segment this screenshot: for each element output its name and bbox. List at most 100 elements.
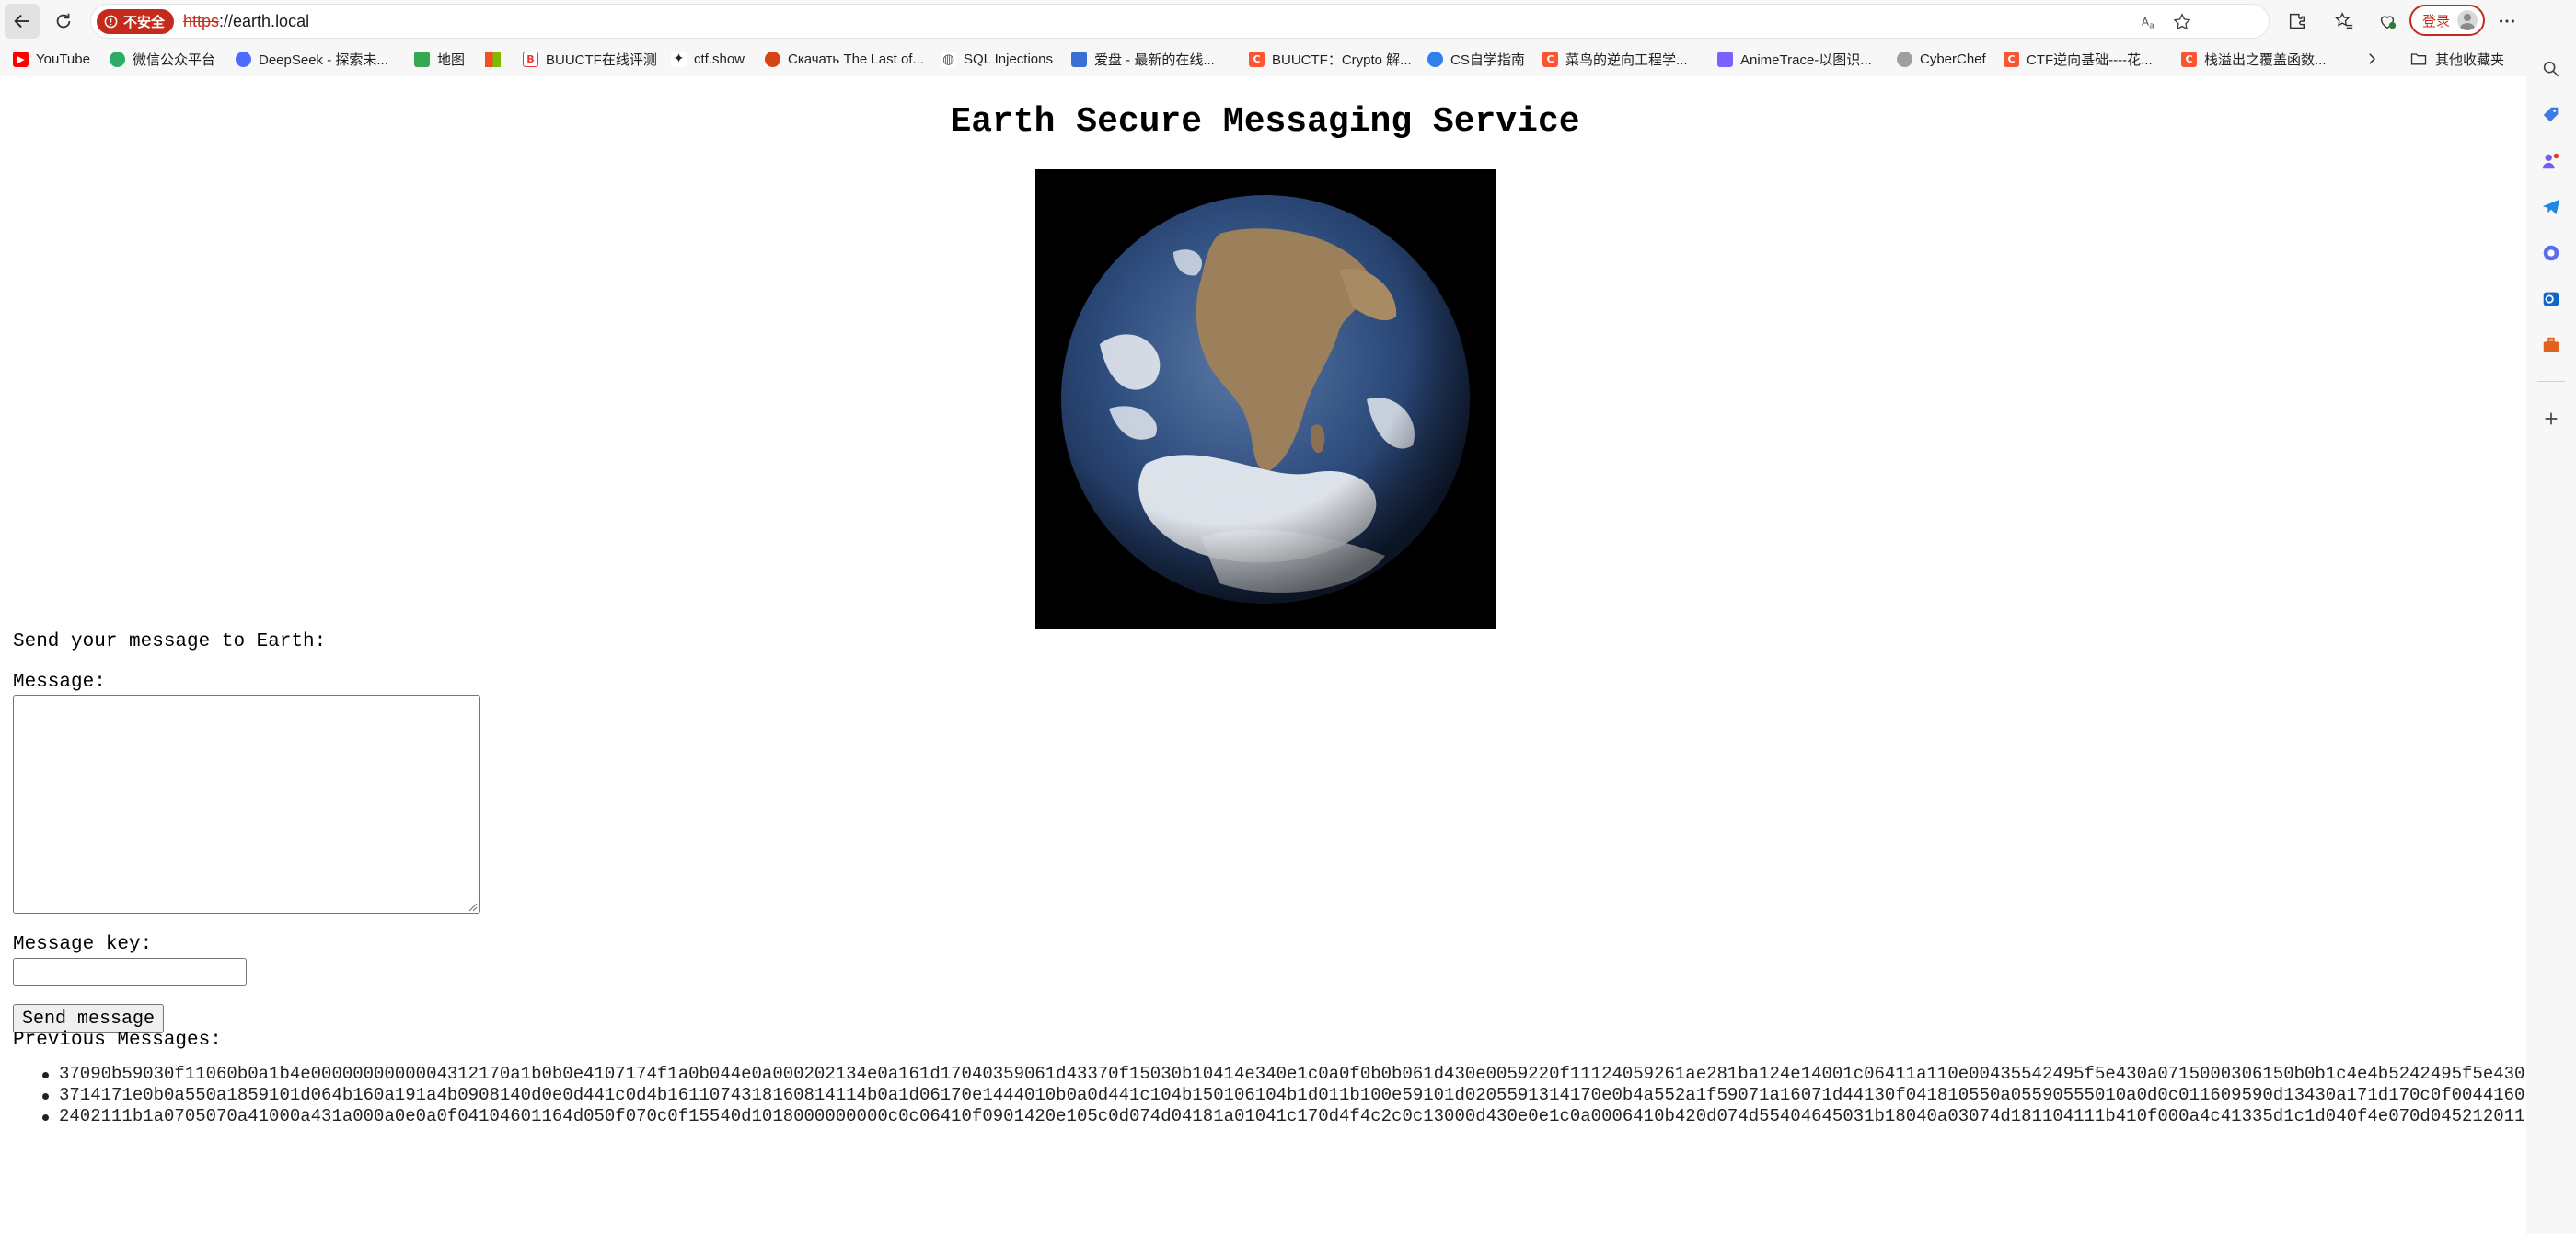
form-intro-text: Send your message to Earth:	[13, 631, 327, 652]
message-textarea[interactable]	[13, 695, 480, 914]
url-text[interactable]: https://earth.local	[183, 5, 309, 38]
wechat-icon	[110, 51, 125, 67]
tools-person-icon[interactable]	[2540, 150, 2562, 172]
warning-shield-icon	[104, 15, 118, 29]
list-item: 2402111b1a0705070a41000a431a000a0e0a0f04…	[6, 1106, 2524, 1127]
globe-icon: ◍	[941, 51, 956, 67]
message-key-label: Message key:	[13, 934, 153, 955]
browser-sidebar	[2526, 0, 2576, 1234]
bookmark-label: DeepSeek - 探索未...	[259, 52, 388, 68]
csdn-icon: C	[2004, 51, 2019, 67]
more-options-icon[interactable]	[2494, 8, 2520, 34]
folder-icon	[2410, 53, 2427, 65]
favorite-star-icon[interactable]	[2171, 11, 2193, 33]
back-button[interactable]	[5, 4, 40, 39]
textarea-resize-grip-icon[interactable]	[467, 901, 478, 912]
bookmark-cs-guide[interactable]: CS自学指南	[1427, 49, 1525, 69]
other-favorites-label: 其他收藏夹	[2435, 52, 2505, 68]
cs-guide-icon	[1427, 51, 1443, 67]
animetrace-icon	[1717, 51, 1733, 67]
extensions-icon[interactable]	[2284, 8, 2310, 34]
favorites-icon[interactable]	[2331, 8, 2357, 34]
browser-essentials-icon[interactable]	[2374, 8, 2400, 34]
reload-icon	[56, 13, 71, 29]
back-arrow-icon	[14, 14, 29, 29]
bookmark-aipan[interactable]: 爱盘 - 最新的在线...	[1071, 49, 1215, 69]
bookmark-label: CTF逆向基础----花...	[2027, 52, 2153, 68]
bookmark-label: 栈溢出之覆盖函数...	[2204, 52, 2327, 68]
bookmark-microsoft[interactable]	[485, 49, 501, 69]
shopping-tag-icon[interactable]	[2540, 104, 2562, 126]
toolbox-icon[interactable]	[2540, 334, 2562, 356]
svg-text:a: a	[2149, 20, 2154, 30]
buuctf-icon: B	[523, 51, 538, 67]
bookmark-youtube[interactable]: ▶ YouTube	[13, 49, 90, 69]
youtube-icon: ▶	[13, 51, 29, 67]
previous-messages-list: 37090b59030f11060b0a1b4e0000000000004312…	[6, 1064, 2524, 1127]
not-secure-badge[interactable]: 不安全	[97, 9, 175, 34]
bookmark-csdn-ctf[interactable]: C CTF逆向基础----花...	[2004, 49, 2153, 69]
page-title: Earth Secure Messaging Service	[950, 102, 1580, 142]
bookmark-label: AnimeTrace-以图识...	[1740, 52, 1872, 68]
bookmark-buuctf[interactable]: B BUUCTF在线评测	[523, 49, 657, 69]
reload-button[interactable]	[46, 4, 81, 39]
download-site-icon	[765, 51, 780, 67]
bookmark-label: BUUCTF在线评测	[546, 52, 657, 68]
browser-toolbar: 不安全 https://earth.local Aa 登录	[0, 0, 2576, 41]
bookmark-label: 地图	[437, 52, 466, 68]
outlook-icon[interactable]	[2540, 288, 2562, 310]
bookmark-csdn-overflow[interactable]: C 栈溢出之覆盖函数...	[2181, 49, 2327, 69]
other-favorites-folder[interactable]: 其他收藏夹	[2409, 49, 2504, 69]
csdn-icon: C	[1249, 51, 1265, 67]
bookmark-download-site[interactable]: Скачать The Last of...	[765, 49, 924, 69]
bookmarks-overflow-chevron-icon[interactable]	[2362, 49, 2382, 69]
search-icon[interactable]	[2540, 58, 2562, 80]
login-label: 登录	[2422, 12, 2451, 29]
bookmark-label: CS自学指南	[1450, 52, 1525, 68]
not-secure-label: 不安全	[123, 14, 166, 30]
microsoft-icon	[485, 51, 501, 67]
bookmark-label: Скачать The Last of...	[788, 51, 924, 67]
bookmark-cyberchef[interactable]: CyberChef	[1897, 49, 1986, 69]
copilot-app-icon[interactable]	[2540, 242, 2562, 264]
csdn-icon: C	[2181, 51, 2197, 67]
maps-icon	[414, 51, 430, 67]
bookmark-ctfshow[interactable]: ✦ ctf.show	[671, 49, 745, 69]
bookmark-label: CyberChef	[1920, 51, 1986, 67]
telegram-send-icon[interactable]	[2540, 196, 2562, 218]
deepseek-icon	[236, 51, 251, 67]
bookmark-label: BUUCTF：Crypto 解...	[1272, 52, 1412, 68]
message-key-input[interactable]	[13, 958, 247, 986]
bookmark-maps[interactable]: 地图	[414, 49, 465, 69]
ctfshow-icon: ✦	[671, 51, 687, 67]
url-scheme: https	[183, 12, 220, 30]
login-button[interactable]: 登录	[2409, 5, 2485, 36]
bookmark-csdn-crypto[interactable]: C BUUCTF：Crypto 解...	[1249, 49, 1412, 69]
bookmark-label: SQL Injections	[964, 51, 1053, 67]
bookmark-animetrace[interactable]: AnimeTrace-以图识...	[1717, 49, 1872, 69]
bookmark-deepseek[interactable]: DeepSeek - 探索未...	[236, 49, 388, 69]
list-item: 37090b59030f11060b0a1b4e0000000000004312…	[6, 1064, 2524, 1085]
address-bar[interactable]: 不安全 https://earth.local Aa	[90, 4, 2270, 39]
bookmark-label: 菜鸟的逆向工程学...	[1565, 52, 1688, 68]
bookmark-label: 微信公众平台	[133, 52, 216, 68]
aipan-icon	[1071, 51, 1087, 67]
bookmark-wechat[interactable]: 微信公众平台	[110, 49, 215, 69]
bookmark-sql-injections[interactable]: ◍ SQL Injections	[941, 49, 1053, 69]
cyberchef-icon	[1897, 51, 1912, 67]
previous-messages-label: Previous Messages:	[13, 1030, 222, 1051]
bookmark-label: ctf.show	[694, 51, 745, 67]
bookmarks-bar: ▶ YouTube 微信公众平台 DeepSeek - 探索未... 地图 B …	[0, 41, 2576, 76]
bookmark-csdn-reverse[interactable]: C 菜鸟的逆向工程学...	[1542, 49, 1688, 69]
url-host: ://earth.local	[219, 12, 310, 30]
bookmark-label: YouTube	[36, 51, 90, 67]
list-item: 3714171e0b0a550a1859101d064b160a191a4b09…	[6, 1085, 2524, 1106]
avatar-icon	[2457, 10, 2478, 30]
web-page: Earth Secure Messaging Service Send your…	[6, 76, 2524, 1234]
add-sidebar-app-icon[interactable]	[2540, 408, 2562, 430]
csdn-icon: C	[1542, 51, 1558, 67]
earth-image	[1035, 169, 1496, 629]
message-label: Message:	[13, 672, 106, 693]
bookmark-label: 爱盘 - 最新的在线...	[1094, 52, 1215, 68]
read-aloud-icon[interactable]: Aa	[2139, 11, 2161, 33]
